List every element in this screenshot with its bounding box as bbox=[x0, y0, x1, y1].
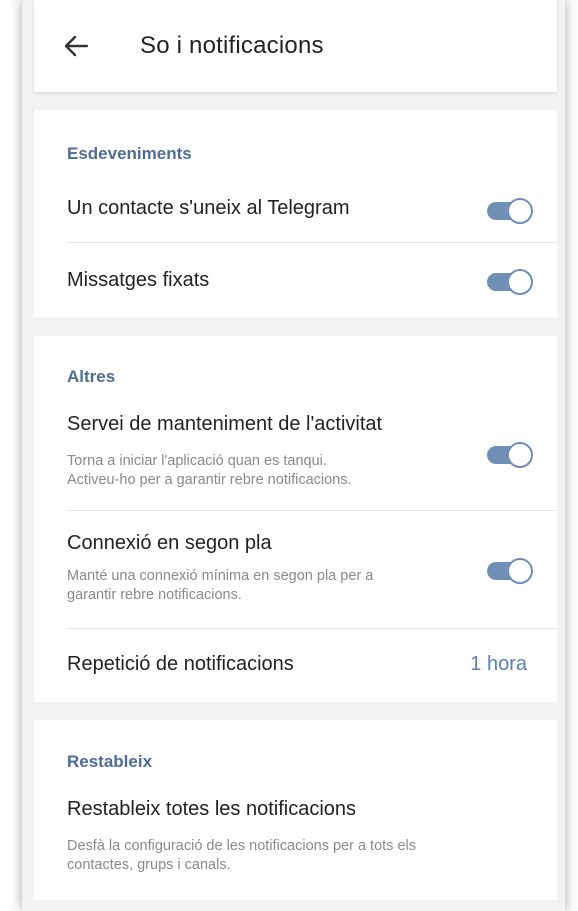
setting-description: Torna a iniciar l'aplicació quan es tanq… bbox=[67, 452, 477, 490]
setting-pinned-messages[interactable]: Missatges fixats bbox=[34, 243, 557, 317]
description-line: Activeu-ho per a garantir rebre notifica… bbox=[67, 472, 352, 488]
setting-background-connection[interactable]: Connexió en segon pla Manté una connexió… bbox=[34, 511, 557, 628]
setting-contact-joined[interactable]: Un contacte s'uneix al Telegram bbox=[34, 172, 557, 242]
keep-alive-toggle[interactable] bbox=[483, 440, 533, 468]
description-line: Torna a iniciar l'aplicació quan es tanq… bbox=[67, 453, 327, 469]
section-others: Altres Servei de manteniment de l'activi… bbox=[34, 336, 557, 702]
setting-repeat-notifications[interactable]: Repetició de notificacions 1 hora bbox=[34, 629, 557, 702]
pinned-messages-toggle[interactable] bbox=[483, 267, 533, 295]
section-reset: Restableix Restableix totes les notifica… bbox=[34, 720, 557, 900]
toggle-knob bbox=[507, 558, 533, 584]
setting-label: Connexió en segon pla bbox=[67, 532, 272, 554]
app-bar: So i notificacions bbox=[34, 0, 557, 92]
app-screen: So i notificacions Esdeveniments Un cont… bbox=[22, 0, 565, 911]
toggle-knob bbox=[507, 442, 533, 468]
description-line: Manté una connexió mínima en segon pla p… bbox=[67, 568, 374, 584]
setting-description: Manté una connexió mínima en segon pla p… bbox=[67, 567, 477, 605]
toggle-knob bbox=[507, 198, 533, 224]
section-header-others: Altres bbox=[67, 367, 116, 386]
description-line: Desfà la configuració de les notificacio… bbox=[67, 838, 416, 854]
setting-description: Desfà la configuració de les notificacio… bbox=[67, 837, 547, 875]
screenshot-frame: So i notificacions Esdeveniments Un cont… bbox=[0, 0, 578, 911]
background-connection-toggle[interactable] bbox=[483, 556, 533, 584]
setting-keep-alive-service[interactable]: Servei de manteniment de l'activitat Tor… bbox=[34, 396, 557, 510]
arrow-left-icon[interactable] bbox=[62, 32, 90, 60]
page-title: So i notificacions bbox=[140, 32, 324, 59]
section-header-reset: Restableix bbox=[67, 752, 153, 771]
description-line: garantir rebre notificacions. bbox=[67, 587, 242, 603]
section-header-events: Esdeveniments bbox=[67, 144, 192, 163]
section-events: Esdeveniments Un contacte s'uneix al Tel… bbox=[34, 110, 557, 317]
toggle-knob bbox=[507, 269, 533, 295]
description-line: contactes, grups i canals. bbox=[67, 857, 231, 873]
setting-label: Un contacte s'uneix al Telegram bbox=[67, 197, 350, 219]
setting-label: Missatges fixats bbox=[67, 269, 210, 291]
setting-label: Restableix totes les notificacions bbox=[67, 798, 357, 820]
repeat-notifications-value[interactable]: 1 hora bbox=[470, 653, 527, 676]
setting-label: Servei de manteniment de l'activitat bbox=[67, 413, 383, 435]
setting-reset-all-notifications[interactable]: Restableix totes les notificacions Desfà… bbox=[34, 782, 557, 900]
setting-label: Repetició de notificacions bbox=[67, 653, 294, 675]
contact-joined-toggle[interactable] bbox=[483, 196, 533, 224]
